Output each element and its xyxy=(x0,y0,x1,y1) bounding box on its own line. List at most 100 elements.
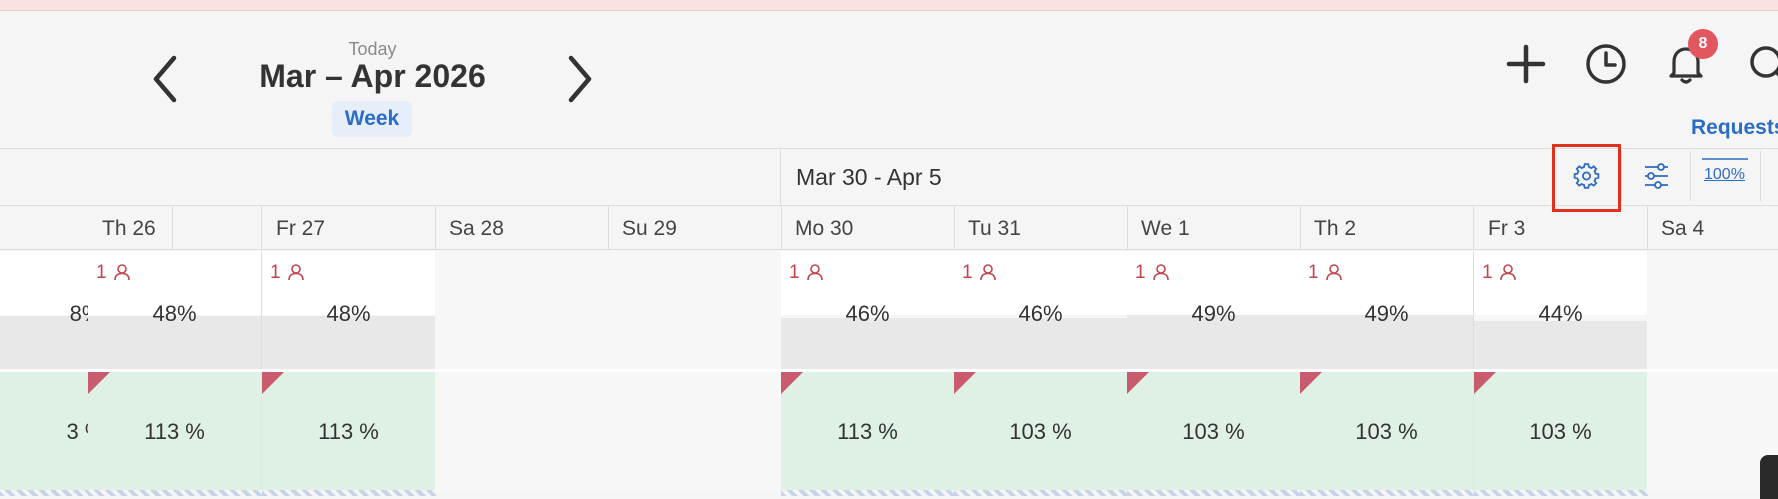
staff-count-value: 1 xyxy=(1308,262,1319,283)
occupancy-percent: 48% xyxy=(152,301,197,326)
day-header[interactable]: Su 29 xyxy=(608,205,782,250)
occupancy-cell[interactable] xyxy=(608,251,782,369)
flag-marker xyxy=(954,372,976,394)
day-header-label: Mo 30 xyxy=(795,217,854,240)
workload-cell[interactable] xyxy=(435,372,609,491)
occupancy-cell[interactable]: 1 49% xyxy=(1127,251,1301,369)
next-week-button[interactable] xyxy=(552,52,602,106)
hatched-strip xyxy=(954,490,1128,496)
occupancy-percent: 44% xyxy=(1538,301,1583,326)
day-header[interactable]: We 1 xyxy=(1127,205,1301,250)
requests-link[interactable]: Requests xyxy=(1691,116,1778,140)
day-header[interactable]: Fr 3 xyxy=(1474,205,1648,250)
occupancy-percent: 46% xyxy=(1018,301,1063,326)
search-button[interactable] xyxy=(1744,40,1778,88)
occupancy-percent: 49% xyxy=(1364,301,1409,326)
day-header[interactable]: Th 26 xyxy=(88,205,262,250)
occupancy-percent: 49% xyxy=(1191,301,1236,326)
occupancy-bar xyxy=(1474,321,1647,369)
workload-cell[interactable]: 113 % xyxy=(781,372,955,491)
workload-cell[interactable]: 113 % xyxy=(88,372,262,491)
hatched-strip xyxy=(1474,490,1648,496)
workload-percent: 103 % xyxy=(1355,419,1418,444)
staff-count-value: 1 xyxy=(962,262,973,283)
week-range-label: Mar 30 - Apr 5 xyxy=(796,164,942,190)
day-header-label: Sa 28 xyxy=(449,217,504,240)
gear-highlight-box xyxy=(1552,144,1621,212)
staff-count: 1 xyxy=(789,262,824,284)
staff-count: 1 xyxy=(962,262,997,284)
day-header-label: Tu 31 xyxy=(968,217,1021,240)
filter-button[interactable] xyxy=(1625,151,1688,201)
day-header-label: Sa 4 xyxy=(1661,217,1705,240)
day-header[interactable]: Sa 4 xyxy=(1647,205,1778,250)
day-header[interactable]: Mo 30 xyxy=(781,205,955,250)
staff-count-value: 1 xyxy=(1135,262,1146,283)
occupancy-cell[interactable]: 1 46% xyxy=(781,251,955,369)
staff-count-value: 1 xyxy=(789,262,800,283)
previous-week-button[interactable] xyxy=(143,52,193,106)
day-header-label: Th 2 xyxy=(1314,217,1357,240)
occupancy-percent: 46% xyxy=(845,301,890,326)
day-header-label: We 1 xyxy=(1141,217,1190,240)
workload-cell[interactable]: 103 % xyxy=(1300,372,1474,491)
day-header[interactable]: Tu 31 xyxy=(954,205,1128,250)
occupancy-percent: 48% xyxy=(326,301,371,326)
workload-cell[interactable]: 103 % xyxy=(954,372,1128,491)
hatched-strip xyxy=(1127,490,1301,496)
date-range-title[interactable]: Mar – Apr 2026 xyxy=(230,58,515,95)
hatched-strip xyxy=(1300,490,1474,496)
occupancy-cell[interactable]: 1 48% xyxy=(262,251,436,369)
occupancy-cell[interactable] xyxy=(1647,251,1778,369)
top-alert-strip xyxy=(0,0,1778,11)
staff-count: 1 xyxy=(1135,262,1170,284)
clock-icon xyxy=(1586,44,1626,84)
workload-percent: 103 % xyxy=(1529,419,1592,444)
occupancy-cell[interactable]: 1 49% xyxy=(1300,251,1474,369)
flag-marker xyxy=(781,372,803,394)
add-button[interactable] xyxy=(1502,40,1550,88)
history-button[interactable] xyxy=(1582,40,1630,88)
control-divider xyxy=(1690,151,1691,201)
occupancy-cell[interactable]: 1 48% xyxy=(88,251,262,369)
staff-count-value: 1 xyxy=(96,262,107,283)
filter-sliders-icon xyxy=(1645,163,1668,189)
workload-percent: 103 % xyxy=(1009,419,1072,444)
workload-cell[interactable] xyxy=(608,372,782,491)
plus-icon xyxy=(1506,44,1546,84)
day-header[interactable]: Fr 27 xyxy=(262,205,436,250)
workload-percent: 113 % xyxy=(837,419,898,444)
workload-percent: 113 % xyxy=(318,419,379,444)
occupancy-cell[interactable]: 1 46% xyxy=(954,251,1128,369)
chevron-left-icon xyxy=(153,55,177,103)
workload-cell[interactable]: 103 % xyxy=(1127,372,1301,491)
staff-count: 1 xyxy=(270,262,305,284)
workload-cell[interactable]: 113 % xyxy=(262,372,436,491)
control-divider xyxy=(1621,151,1622,201)
side-panel-tab[interactable] xyxy=(1760,455,1778,499)
hatched-strip xyxy=(88,490,262,496)
workload-cell[interactable]: 103 % xyxy=(1474,372,1648,491)
view-mode-week-button[interactable]: Week xyxy=(332,101,412,137)
workload-percent: 103 % xyxy=(1182,419,1245,444)
staff-count: 1 xyxy=(96,262,131,284)
flag-marker xyxy=(1474,372,1496,394)
workload-cell[interactable] xyxy=(1647,372,1778,491)
row-separator xyxy=(0,369,1778,372)
today-button[interactable]: Today xyxy=(310,39,435,60)
occupancy-cell[interactable]: 1 44% xyxy=(1474,251,1648,369)
day-header[interactable]: Sa 28 xyxy=(435,205,609,250)
day-header[interactable]: Th 2 xyxy=(1300,205,1474,250)
search-icon xyxy=(1750,46,1778,78)
flag-marker xyxy=(1127,372,1149,394)
flag-marker xyxy=(262,372,284,394)
day-header-label: Fr 27 xyxy=(276,217,326,240)
staff-count: 1 xyxy=(1308,262,1343,284)
occupancy-cell[interactable] xyxy=(435,251,609,369)
staff-count-value: 1 xyxy=(1482,262,1493,283)
hatched-strip xyxy=(781,490,955,496)
person-icon xyxy=(979,264,996,281)
flag-marker xyxy=(1300,372,1322,394)
day-header-label: Th 26 xyxy=(102,217,156,240)
workload-percent: 113 % xyxy=(144,419,205,444)
